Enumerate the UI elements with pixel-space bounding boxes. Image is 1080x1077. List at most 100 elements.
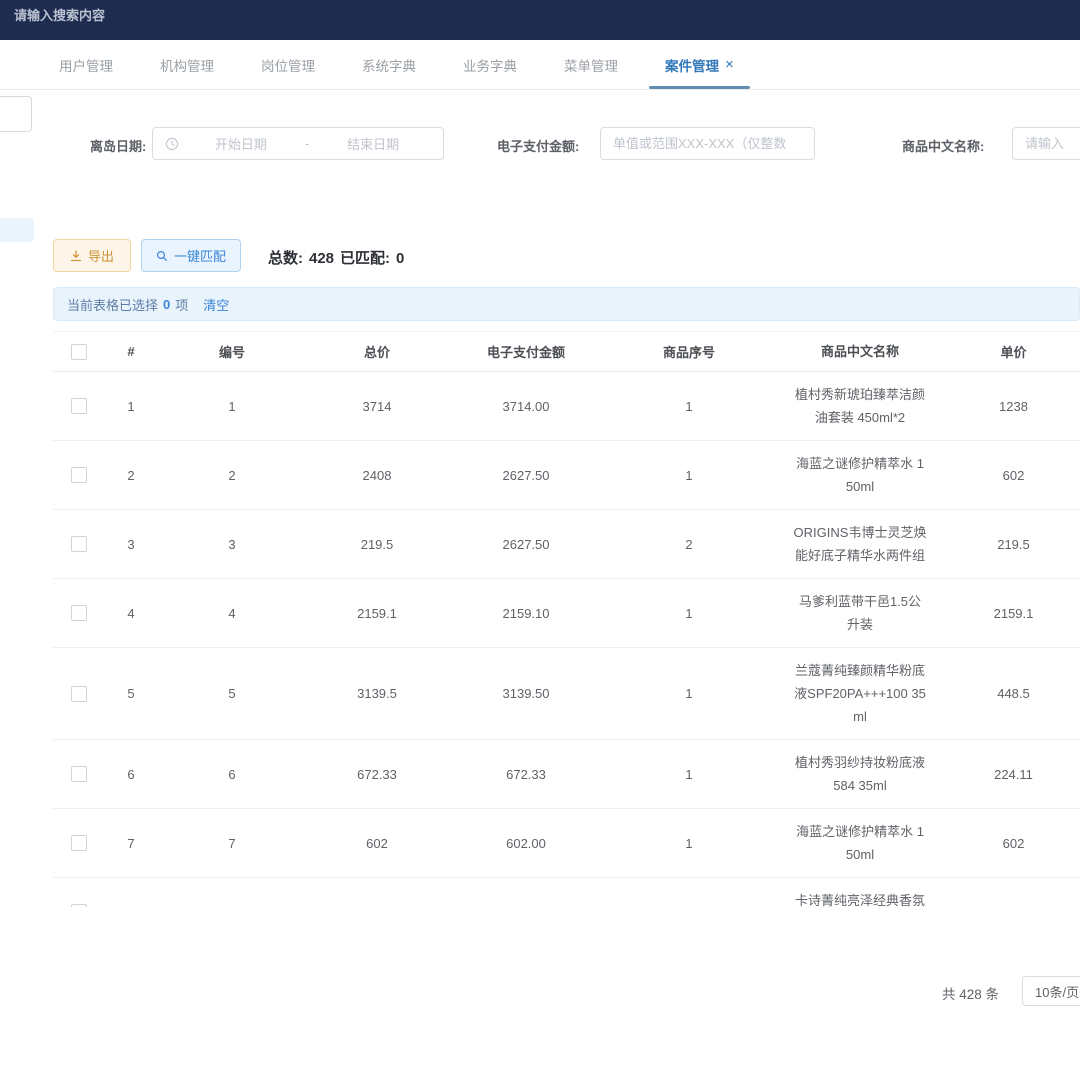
- cell-index: 8: [105, 905, 157, 908]
- cell-seq: 1: [605, 686, 773, 701]
- row-checkbox[interactable]: [71, 835, 87, 851]
- cell-unit: 219.5: [947, 537, 1080, 552]
- cell-unit: 448.5: [947, 686, 1080, 701]
- checkbox-cell: [53, 686, 105, 702]
- cell-epay: 3714.00: [447, 399, 605, 414]
- tab-label: 菜单管理: [564, 55, 618, 75]
- row-checkbox[interactable]: [71, 686, 87, 702]
- cell-epay: 1988.47: [447, 905, 605, 908]
- match-stats: 总数:428已匹配:0: [268, 247, 410, 268]
- case-table: #编号总价电子支付金额商品序号商品中文名称单价 1137143714.001植村…: [53, 331, 1080, 907]
- column-header: 单价: [947, 342, 1080, 361]
- tab-post-management[interactable]: 岗位管理: [261, 40, 315, 89]
- cell-total: 672.33: [307, 767, 447, 782]
- cell-total: 1988.47: [307, 905, 447, 908]
- cell-unit: 1238: [947, 399, 1080, 414]
- start-date-placeholder: 开始日期: [183, 134, 299, 153]
- cell-seq: 1: [605, 905, 773, 908]
- top-navbar: 请输入搜索内容: [0, 0, 1080, 40]
- cell-index: 1: [105, 399, 157, 414]
- checkbox-cell: [53, 904, 105, 907]
- matched-label: 已匹配:: [340, 250, 390, 267]
- cell-epay: 2627.50: [447, 468, 605, 483]
- row-checkbox[interactable]: [71, 398, 87, 414]
- cell-code: 8: [157, 905, 307, 908]
- checkbox-cell: [53, 605, 105, 621]
- search-icon: [156, 250, 168, 262]
- cell-unit: 435.49: [947, 905, 1080, 908]
- column-header: #: [105, 344, 157, 359]
- cell-name: ORIGINS韦博士灵芝焕能好底子精华水两件组: [773, 521, 947, 567]
- table-row: 33219.52627.502ORIGINS韦博士灵芝焕能好底子精华水两件组21…: [53, 510, 1080, 579]
- table-row: 553139.53139.501兰蔻菁纯臻颜精华粉底液SPF20PA+++100…: [53, 648, 1080, 740]
- tab-bar: 用户管理机构管理 岗位管理 系统字典 业务字典 菜单管理 案件管理 ×: [0, 40, 1080, 90]
- cell-epay: 2627.50: [447, 537, 605, 552]
- app-window: 请输入搜索内容 用户管理机构管理 岗位管理 系统字典 业务字典 菜单管理 案件管理 × 离岛…: [0, 0, 1080, 1077]
- tab-label: 业务字典: [463, 55, 517, 75]
- page-size-value: 10条/页: [1035, 982, 1079, 1001]
- cell-seq: 1: [605, 468, 773, 483]
- selection-suffix: 项: [175, 295, 188, 314]
- selection-info-bar: 当前表格已选择 0 项 清空: [53, 287, 1080, 321]
- tab-org-management[interactable]: 机构管理: [160, 40, 214, 89]
- cell-total: 3714: [307, 399, 447, 414]
- cell-total: 602: [307, 836, 447, 851]
- tab-business-dict[interactable]: 业务字典: [463, 40, 517, 89]
- tab-user-management[interactable]: 用户管理: [59, 40, 113, 89]
- tab-menu-management[interactable]: 菜单管理: [564, 40, 618, 89]
- clear-selection-link[interactable]: 清空: [203, 295, 229, 314]
- close-icon[interactable]: ×: [725, 57, 734, 72]
- export-button-label: 导出: [88, 246, 114, 265]
- epay-amount-input[interactable]: [600, 127, 815, 160]
- tab-system-dict[interactable]: 系统字典: [362, 40, 416, 89]
- cell-code: 6: [157, 767, 307, 782]
- row-checkbox[interactable]: [71, 467, 87, 483]
- total-label: 总数:: [268, 250, 303, 267]
- table-row: 881988.471988.471卡诗菁纯亮泽经典香氛 100ml435.49: [53, 878, 1080, 907]
- selection-prefix: 当前表格已选择: [67, 295, 158, 314]
- table-row: 2224082627.501海蓝之谜修护精萃水 150ml602: [53, 441, 1080, 510]
- cell-unit: 602: [947, 836, 1080, 851]
- cell-name: 植村秀新琥珀臻萃洁颜油套装 450ml*2: [773, 383, 947, 429]
- table-body: 1137143714.001植村秀新琥珀臻萃洁颜油套装 450ml*212382…: [53, 372, 1080, 907]
- cell-index: 5: [105, 686, 157, 701]
- tab-label: 系统字典: [362, 55, 416, 75]
- row-checkbox[interactable]: [71, 766, 87, 782]
- checkbox-cell: [53, 536, 105, 552]
- cell-total: 3139.5: [307, 686, 447, 701]
- column-header: 商品序号: [605, 342, 773, 361]
- depart-date-range-input[interactable]: 开始日期 - 结束日期: [152, 127, 444, 160]
- cell-unit: 224.11: [947, 767, 1080, 782]
- tab-case-management[interactable]: 案件管理 ×: [665, 40, 734, 89]
- page-size-select[interactable]: 10条/页: [1022, 976, 1080, 1006]
- cell-name: 海蓝之谜修护精萃水 150ml: [773, 820, 947, 866]
- checkbox-cell: [53, 398, 105, 414]
- select-all-checkbox[interactable]: [71, 344, 87, 360]
- match-button-label: 一键匹配: [174, 246, 226, 265]
- row-checkbox[interactable]: [71, 605, 87, 621]
- download-icon: [70, 250, 82, 262]
- cell-name: 卡诗菁纯亮泽经典香氛 100ml: [773, 889, 947, 907]
- row-checkbox[interactable]: [71, 904, 87, 907]
- global-search-input[interactable]: 请输入搜索内容: [14, 5, 105, 24]
- epay-amount-label: 电子支付金额:: [497, 136, 579, 155]
- export-button[interactable]: 导出: [53, 239, 131, 272]
- cell-name: 海蓝之谜修护精萃水 150ml: [773, 452, 947, 498]
- checkbox-cell: [53, 467, 105, 483]
- filter-row: 离岛日期: 开始日期 - 结束日期 电子支付金额: 商品中文名称:: [0, 127, 1080, 161]
- column-header: 总价: [307, 342, 447, 361]
- cell-unit: 602: [947, 468, 1080, 483]
- cell-epay: 3139.50: [447, 686, 605, 701]
- cell-code: 1: [157, 399, 307, 414]
- cell-total: 2408: [307, 468, 447, 483]
- cell-seq: 2: [605, 537, 773, 552]
- tab-label: 案件管理: [665, 55, 719, 75]
- cell-epay: 672.33: [447, 767, 605, 782]
- row-checkbox[interactable]: [71, 536, 87, 552]
- tab-label: 岗位管理: [261, 55, 315, 75]
- product-name-input[interactable]: [1012, 127, 1080, 160]
- cell-unit: 2159.1: [947, 606, 1080, 621]
- cell-code: 5: [157, 686, 307, 701]
- one-click-match-button[interactable]: 一键匹配: [141, 239, 241, 272]
- cell-code: 4: [157, 606, 307, 621]
